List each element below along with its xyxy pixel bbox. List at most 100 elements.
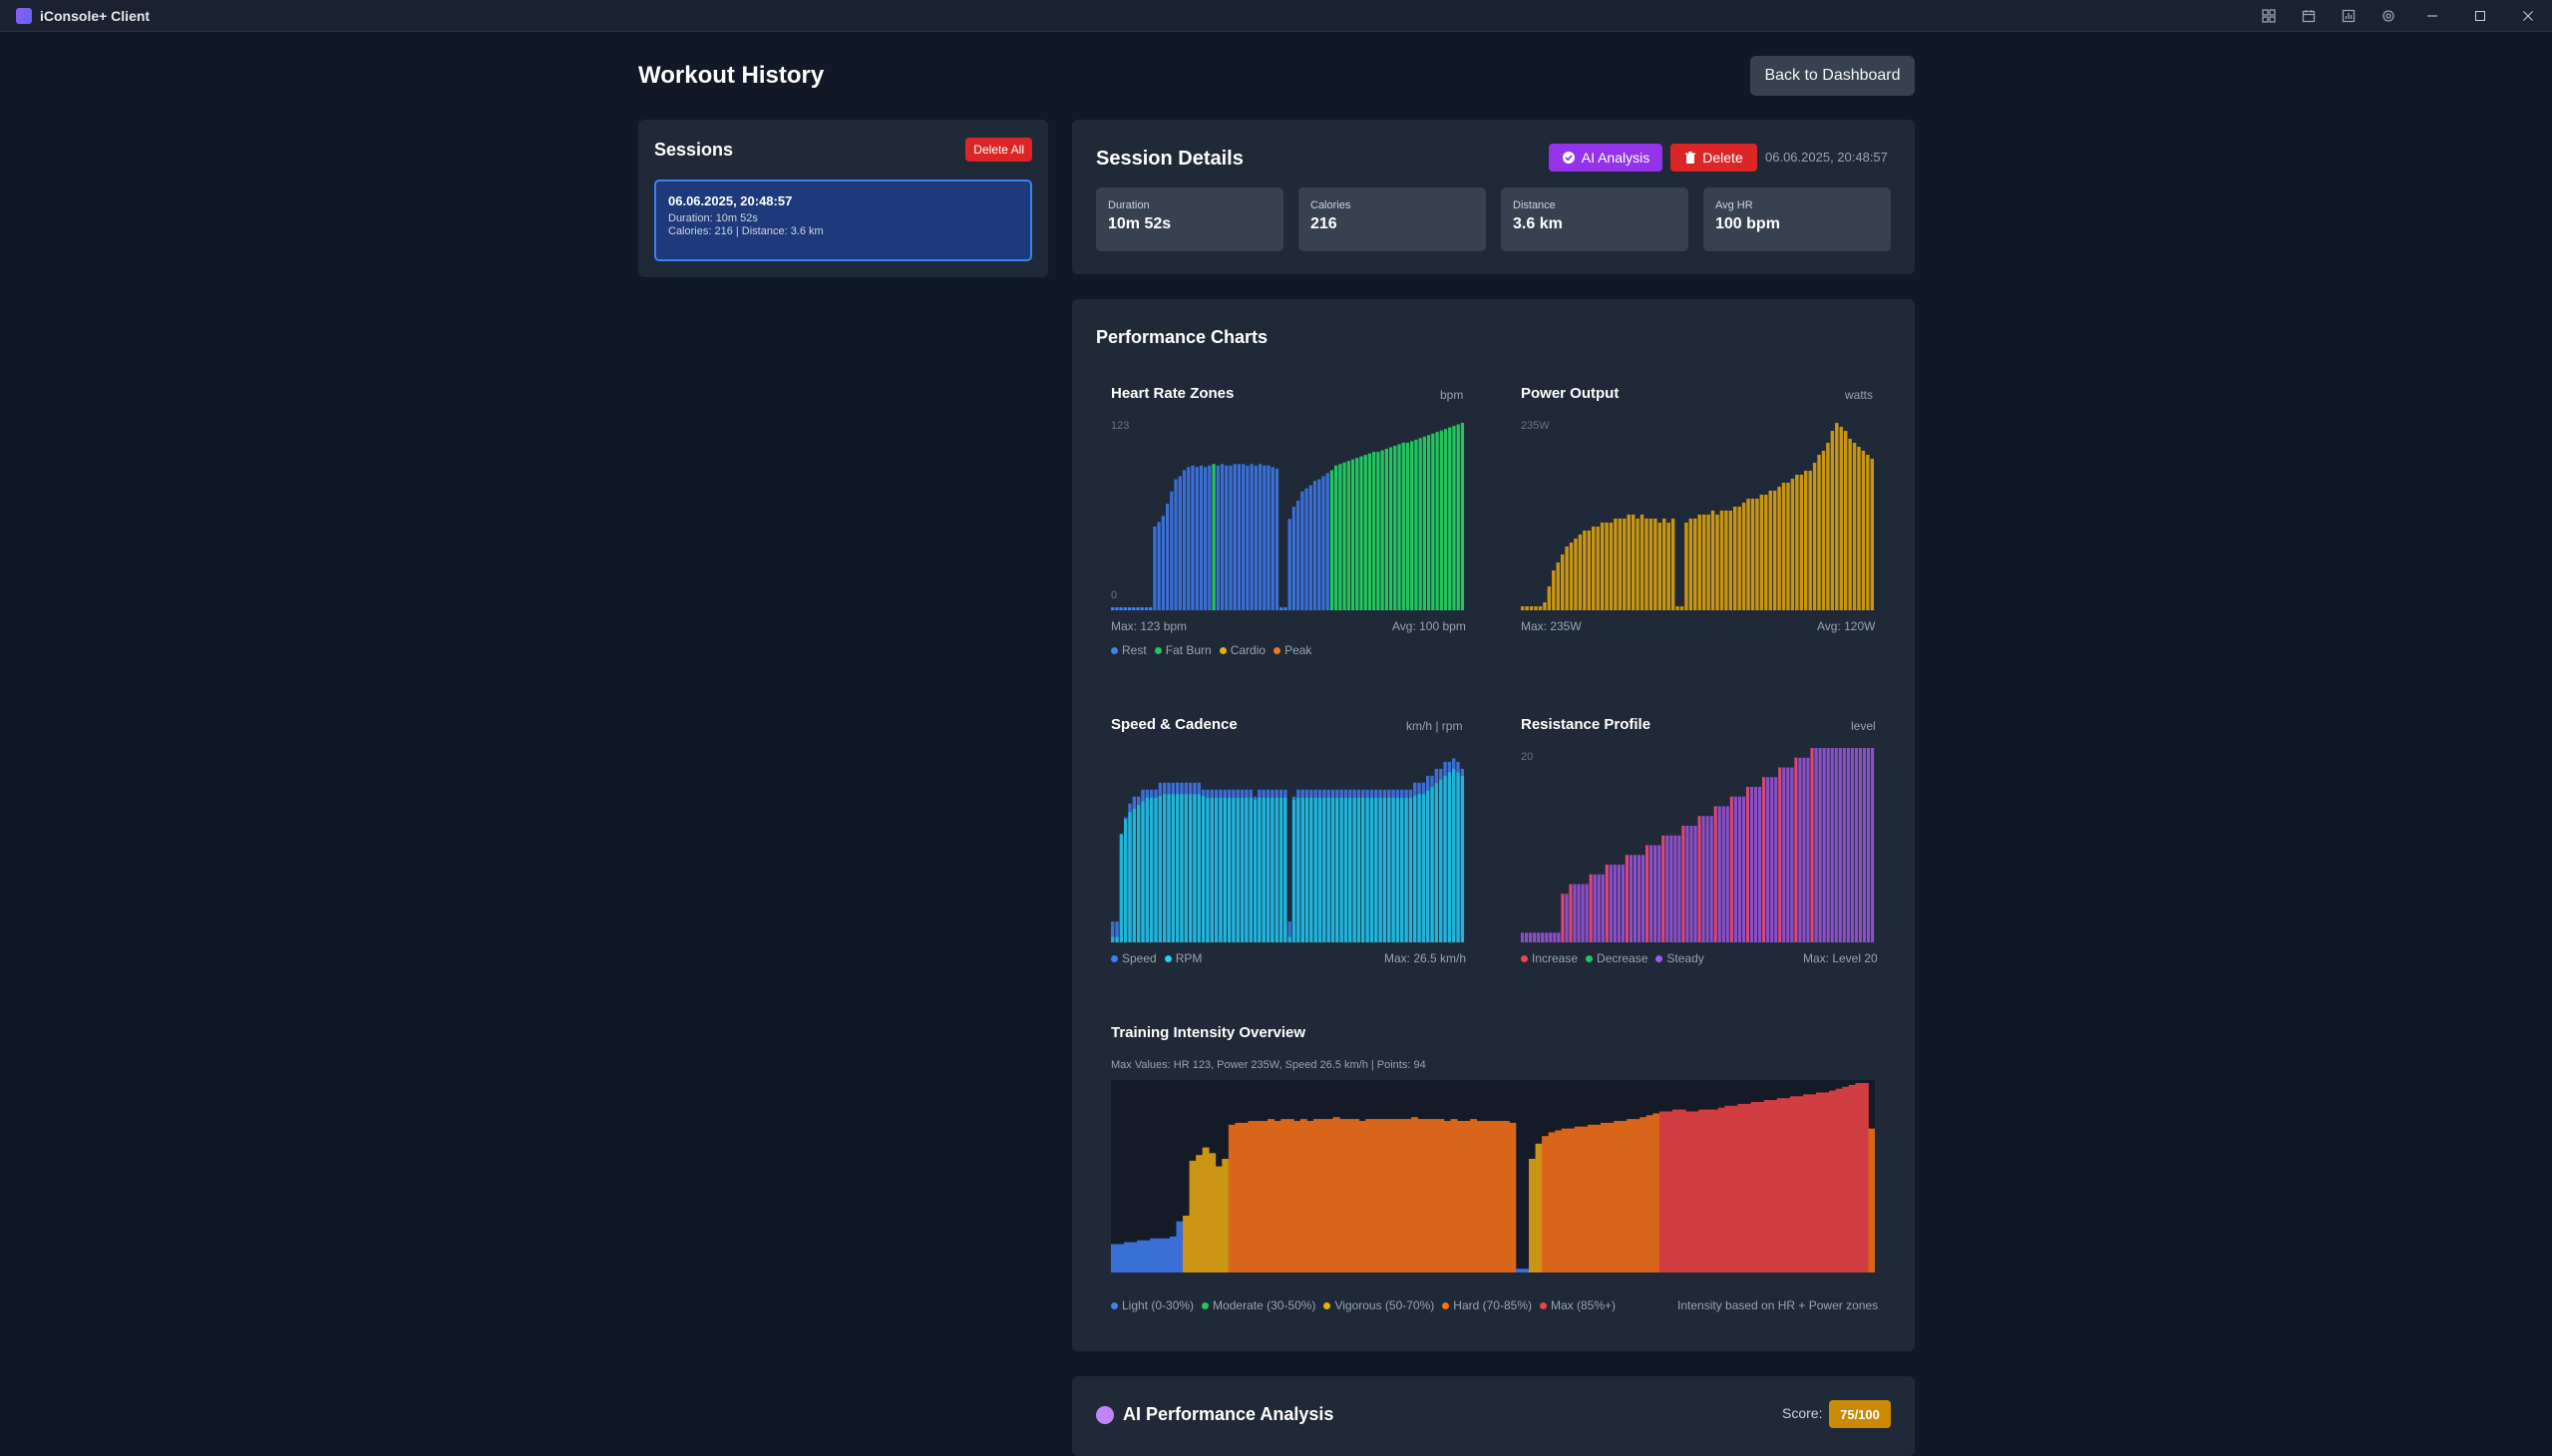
chart-icon-svg: [2342, 9, 2356, 23]
rpm-bar: [1214, 797, 1219, 942]
grid-icon[interactable]: [2249, 0, 2289, 32]
session-details-title: Session Details: [1096, 148, 1244, 170]
resistance-bar: [1521, 932, 1525, 942]
hr-bar: [1149, 606, 1153, 610]
intensity-bar: [1189, 1160, 1197, 1273]
power-bar: [1543, 602, 1547, 610]
hr-bar: [1195, 467, 1199, 610]
intensity-bar: [1196, 1155, 1204, 1273]
rpm-bar: [1313, 797, 1317, 942]
rpm-bar: [1439, 779, 1443, 942]
intensity-bar: [1685, 1111, 1693, 1273]
legend-dot: [1539, 1301, 1547, 1309]
stat-value: 3.6 km: [1513, 215, 1563, 232]
delete-session-button[interactable]: Delete: [1670, 144, 1757, 172]
stat-label: Avg HR: [1715, 199, 1753, 211]
resistance-bar: [1753, 787, 1758, 942]
gear-icon[interactable]: [2369, 0, 2408, 32]
rpm-bar: [1291, 799, 1296, 942]
legend-increase: Increase: [1521, 951, 1578, 965]
power-bar: [1662, 519, 1666, 610]
hr-bar: [1140, 606, 1144, 610]
chart-icon[interactable]: [2329, 0, 2369, 32]
power-bar: [1737, 507, 1741, 610]
stat-value: 100 bpm: [1715, 215, 1780, 232]
minimize-icon[interactable]: [2408, 0, 2456, 32]
rpm-bar: [1391, 797, 1395, 942]
power-bar: [1679, 606, 1684, 610]
intensity-bar: [1299, 1119, 1307, 1273]
delete-label: Delete: [1702, 150, 1743, 166]
resistance-bar: [1854, 748, 1858, 942]
power-bar: [1839, 427, 1843, 610]
close-icon[interactable]: [2504, 0, 2552, 32]
resistance-bar: [1850, 748, 1854, 942]
power-bar: [1688, 519, 1693, 610]
resistance-bar: [1737, 796, 1741, 942]
intensity-bar: [1215, 1166, 1223, 1273]
hr-bar: [1271, 467, 1275, 610]
delete-all-button[interactable]: Delete All: [965, 138, 1032, 162]
intensity-bar: [1822, 1092, 1830, 1273]
hr-bar: [1123, 606, 1127, 610]
intensity-bar: [1483, 1121, 1491, 1273]
rpm-bar: [1309, 797, 1313, 942]
legend-dot: [1111, 1301, 1118, 1309]
resistance-bar: [1842, 748, 1846, 942]
intensity-bar: [1658, 1111, 1666, 1273]
ai-analysis-button[interactable]: AI Analysis: [1549, 144, 1662, 172]
maximize-icon[interactable]: [2456, 0, 2504, 32]
resistance-bar: [1774, 777, 1778, 942]
resistance-bar: [1689, 826, 1693, 942]
resistance-bar: [1818, 748, 1822, 942]
power-bar: [1623, 519, 1627, 610]
session-list-item[interactable]: 06.06.2025, 20:48:57 Duration: 10m 52s C…: [654, 180, 1032, 261]
power-bar: [1866, 455, 1870, 610]
intensity-bar: [1744, 1103, 1752, 1273]
check-circle-icon: [1562, 152, 1575, 164]
power-bar: [1786, 483, 1790, 610]
calendar-icon[interactable]: [2289, 0, 2329, 32]
resistance-bar: [1681, 826, 1685, 942]
power-bar: [1715, 515, 1719, 610]
stat-duration: Duration 10m 52s: [1096, 187, 1283, 251]
intensity-bar: [1339, 1119, 1347, 1273]
intensity-bar: [1776, 1098, 1784, 1273]
hr-bar: [1115, 606, 1119, 610]
intensity-bar: [1555, 1130, 1563, 1273]
intensity-bar: [1163, 1238, 1171, 1273]
rpm-bar: [1460, 776, 1465, 942]
legend-dot: [1164, 954, 1172, 962]
ai-analysis-label: AI Analysis: [1581, 150, 1650, 166]
intensity-bar: [1268, 1119, 1276, 1273]
intensity-bar: [1627, 1119, 1635, 1273]
hr-bar: [1132, 606, 1136, 610]
intensity-bar: [1730, 1105, 1738, 1273]
intensity-bar: [1763, 1100, 1771, 1273]
hr-bar: [1380, 450, 1384, 610]
intensity-bar: [1470, 1119, 1478, 1273]
hr-bar: [1388, 447, 1393, 610]
rpm-bar: [1136, 805, 1141, 942]
power-avg: Avg: 120W: [1817, 619, 1876, 633]
back-to-dashboard-button[interactable]: Back to Dashboard: [1750, 56, 1915, 96]
resistance-bar: [1533, 932, 1537, 942]
resistance-bar: [1749, 787, 1754, 942]
power-bar: [1706, 515, 1710, 610]
legend-dot: [1111, 954, 1118, 962]
intensity-bar: [1228, 1124, 1236, 1273]
power-bar: [1808, 471, 1812, 610]
hr-bar: [1242, 464, 1246, 610]
legend-dot: [1655, 954, 1663, 962]
intensity-bar: [1614, 1121, 1622, 1273]
legend-dot: [1202, 1301, 1210, 1309]
intensity-bar: [1371, 1119, 1379, 1273]
rpm-bar: [1180, 794, 1184, 942]
intensity-bar: [1430, 1119, 1438, 1273]
hr-bar: [1182, 470, 1187, 610]
stat-avg-hr: Avg HR 100 bpm: [1703, 187, 1891, 251]
power-bar: [1529, 606, 1534, 610]
resistance-bar: [1637, 855, 1641, 942]
hr-bar: [1312, 481, 1317, 610]
resistance-bar: [1649, 845, 1653, 942]
